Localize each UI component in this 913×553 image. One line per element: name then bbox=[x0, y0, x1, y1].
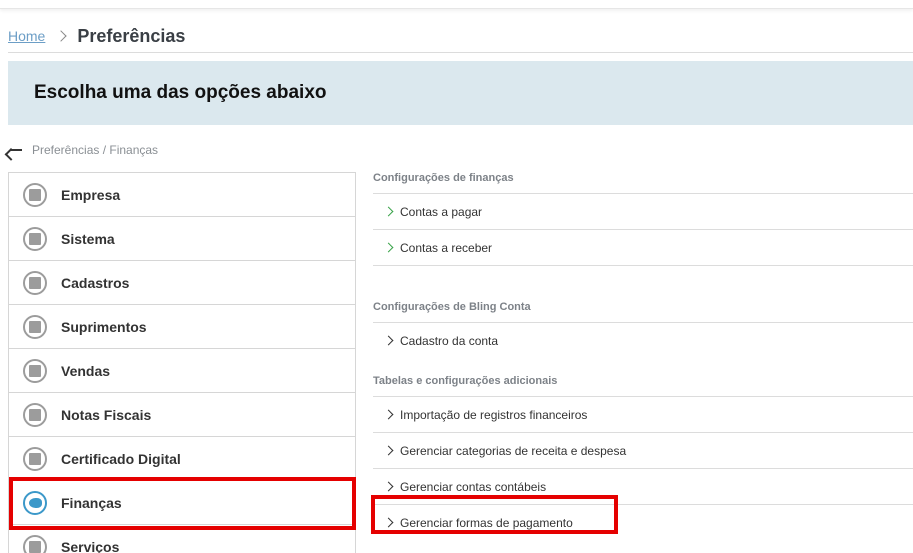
box-icon bbox=[23, 315, 47, 339]
book-icon bbox=[23, 271, 47, 295]
link-label: Gerenciar contas contábeis bbox=[400, 480, 546, 494]
breadcrumb: Home Preferências bbox=[8, 20, 913, 53]
menu-item-vendas[interactable]: Vendas bbox=[9, 349, 355, 393]
link-formas-de-pagamento[interactable]: Gerenciar formas de pagamento bbox=[373, 505, 913, 540]
link-importacao-registros[interactable]: Importação de registros financeiros bbox=[373, 397, 913, 433]
menu-item-label: Certificado Digital bbox=[61, 451, 181, 467]
link-label: Contas a pagar bbox=[400, 205, 482, 219]
menu-item-servicos[interactable]: Serviços bbox=[9, 525, 355, 553]
chevron-right-icon bbox=[56, 30, 67, 41]
link-cadastro-da-conta[interactable]: Cadastro da conta bbox=[373, 323, 913, 358]
banner-heading: Escolha uma das opções abaixo bbox=[34, 82, 327, 104]
menu-item-sistema[interactable]: Sistema bbox=[9, 217, 355, 261]
link-label: Contas a receber bbox=[400, 241, 492, 255]
chevron-right-icon bbox=[384, 446, 394, 456]
options-banner: Escolha uma das opções abaixo bbox=[8, 61, 913, 125]
chevron-right-icon bbox=[384, 336, 394, 346]
menu-item-suprimentos[interactable]: Suprimentos bbox=[9, 305, 355, 349]
chevron-right-icon bbox=[384, 518, 394, 528]
link-contas-contabeis[interactable]: Gerenciar contas contábeis bbox=[373, 469, 913, 505]
chevron-right-icon bbox=[384, 243, 394, 253]
menu-item-label: Finanças bbox=[61, 495, 122, 511]
menu-item-financas[interactable]: Finanças bbox=[9, 481, 355, 525]
chevron-right-icon bbox=[384, 410, 394, 420]
menu-item-certificado-digital[interactable]: Certificado Digital bbox=[9, 437, 355, 481]
tools-icon bbox=[23, 535, 47, 553]
sub-breadcrumb: Preferências / Finanças bbox=[8, 140, 158, 160]
menu-item-label: Empresa bbox=[61, 187, 120, 203]
users-icon bbox=[23, 359, 47, 383]
link-categorias-receita-despesa[interactable]: Gerenciar categorias de receita e despes… bbox=[373, 433, 913, 469]
link-contas-a-receber[interactable]: Contas a receber bbox=[373, 230, 913, 266]
section-title-bling: Configurações de Bling Conta bbox=[373, 294, 913, 323]
section-title-financas: Configurações de finanças bbox=[373, 165, 913, 194]
link-contas-a-pagar[interactable]: Contas a pagar bbox=[373, 194, 913, 230]
link-label: Gerenciar categorias de receita e despes… bbox=[400, 444, 626, 458]
link-label: Gerenciar formas de pagamento bbox=[400, 516, 573, 530]
menu-item-label: Sistema bbox=[61, 231, 115, 247]
menu-item-notas-fiscais[interactable]: Notas Fiscais bbox=[9, 393, 355, 437]
menu-item-label: Serviços bbox=[61, 539, 119, 553]
chevron-right-icon bbox=[384, 482, 394, 492]
options-panel: Configurações de finanças Contas a pagar… bbox=[373, 165, 913, 540]
certificate-icon bbox=[23, 447, 47, 471]
sub-breadcrumb-path: Preferências / Finanças bbox=[32, 143, 158, 157]
menu-item-cadastros[interactable]: Cadastros bbox=[9, 261, 355, 305]
top-bar bbox=[0, 0, 913, 9]
link-label: Importação de registros financeiros bbox=[400, 408, 587, 422]
menu-item-label: Cadastros bbox=[61, 275, 129, 291]
menu-item-label: Notas Fiscais bbox=[61, 407, 151, 423]
section-title-tabelas: Tabelas e configurações adicionais bbox=[373, 368, 913, 397]
page-title: Preferências bbox=[77, 26, 185, 47]
building-icon bbox=[23, 183, 47, 207]
piggy-bank-icon bbox=[23, 491, 47, 515]
monitor-icon bbox=[23, 227, 47, 251]
preferences-menu: Empresa Sistema Cadastros Suprimentos Ve… bbox=[8, 172, 356, 553]
back-arrow-icon[interactable] bbox=[8, 142, 24, 158]
invoice-icon bbox=[23, 403, 47, 427]
breadcrumb-home-link[interactable]: Home bbox=[8, 28, 45, 44]
menu-item-label: Vendas bbox=[61, 363, 110, 379]
link-label: Cadastro da conta bbox=[400, 334, 498, 348]
chevron-right-icon bbox=[384, 207, 394, 217]
menu-item-label: Suprimentos bbox=[61, 319, 147, 335]
menu-item-empresa[interactable]: Empresa bbox=[9, 173, 355, 217]
